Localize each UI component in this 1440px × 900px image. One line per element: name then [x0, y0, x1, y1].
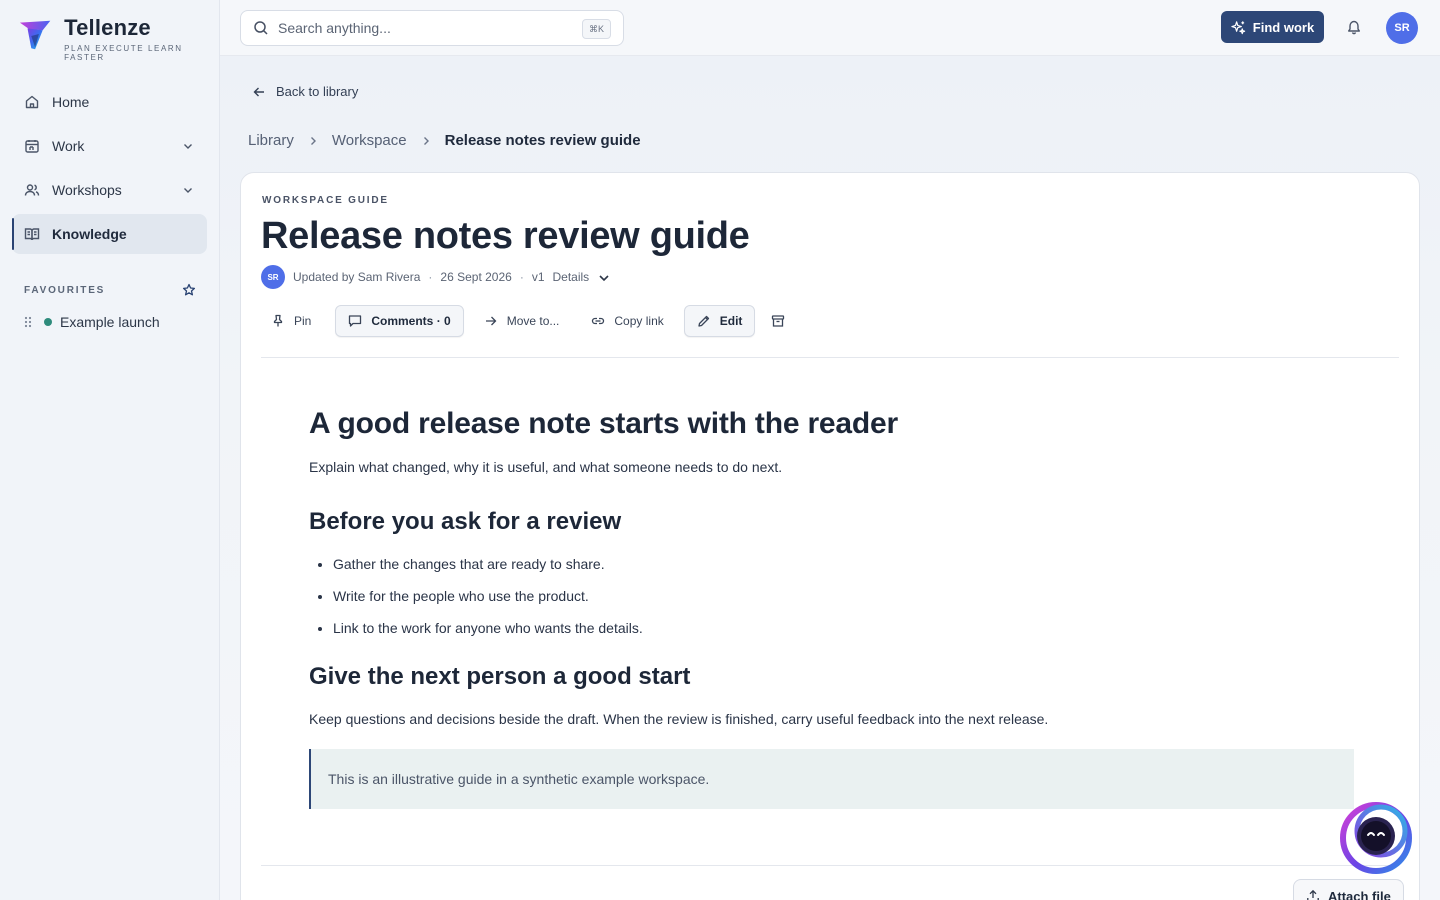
sparkles-icon — [1231, 20, 1245, 34]
article-intro: Explain what changed, why it is useful, … — [309, 459, 783, 475]
details-toggle[interactable]: Details — [553, 269, 612, 285]
tellenze-logo-icon — [19, 20, 51, 50]
upload-icon — [1307, 889, 1319, 900]
divider — [261, 357, 1399, 358]
chevron-down-icon — [599, 275, 609, 282]
search-input[interactable] — [278, 20, 578, 36]
article-heading: A good release note starts with the read… — [309, 407, 898, 440]
copy-link-label: Copy link — [614, 314, 664, 328]
document-meta: SR Updated by Sam Rivera · 26 Sept 2026 … — [261, 265, 611, 289]
favourites-title: FAVOURITES — [24, 284, 106, 296]
list-item: Write for the people who use the product… — [333, 585, 1354, 607]
bell-icon[interactable] — [1346, 19, 1362, 35]
pin-button[interactable]: Pin — [261, 305, 323, 337]
move-to-button[interactable]: Move to... — [472, 305, 572, 337]
pencil-icon — [698, 315, 709, 327]
breadcrumb-current: Release notes review guide — [444, 132, 641, 149]
brand-name: Tellenze — [64, 15, 151, 40]
brand[interactable]: Tellenze PLAN EXECUTE LEARN FASTER — [18, 14, 219, 62]
find-work-label: Find work — [1252, 19, 1315, 35]
move-to-label: Move to... — [506, 314, 560, 328]
document-toolbar: Pin Comments · 0 Move to... Copy link Ed… — [261, 305, 801, 337]
pin-icon — [273, 314, 283, 327]
chevron-right-icon — [310, 136, 316, 145]
brand-tagline: PLAN EXECUTE LEARN FASTER — [64, 44, 183, 62]
sidebar-item-knowledge[interactable]: Knowledge — [12, 214, 207, 254]
book-open-icon — [24, 228, 40, 241]
pin-label: Pin — [294, 314, 312, 328]
callout-text: This is an illustrative guide in a synth… — [328, 771, 710, 787]
comments-button[interactable]: Comments · 0 — [335, 305, 464, 337]
meta-separator: · — [428, 270, 433, 284]
users-icon — [24, 184, 40, 196]
sidebar-item-label: Home — [52, 94, 90, 110]
edit-button[interactable]: Edit — [683, 305, 756, 337]
sidebar: Tellenze PLAN EXECUTE LEARN FASTER Home … — [0, 0, 220, 900]
favourite-item-example-launch[interactable]: Example launch — [24, 314, 160, 330]
favourite-label: Example launch — [60, 314, 160, 330]
callout-note: This is an illustrative guide in a synth… — [309, 749, 1354, 809]
arrow-left-icon — [253, 87, 264, 96]
attach-file-button[interactable]: Attach file — [1293, 879, 1404, 900]
drag-handle-icon[interactable] — [24, 316, 32, 328]
list-item: Link to the work for anyone who wants th… — [333, 617, 1354, 639]
comments-label: Comments · 0 — [371, 314, 451, 328]
section-paragraph: Keep questions and decisions beside the … — [309, 711, 1049, 727]
document-eyebrow: WORKSPACE GUIDE — [262, 195, 389, 206]
breadcrumb: Library Workspace Release notes review g… — [248, 132, 641, 149]
version-label: v1 — [531, 270, 545, 284]
link-icon — [592, 317, 605, 325]
back-label: Back to library — [276, 84, 359, 99]
copy-link-button[interactable]: Copy link — [579, 305, 675, 337]
sidebar-item-label: Workshops — [52, 182, 122, 198]
assistant-bot-icon[interactable] — [1338, 798, 1414, 876]
chevron-right-icon — [423, 136, 429, 145]
chevron-down-icon[interactable] — [181, 139, 195, 153]
document-card: WORKSPACE GUIDE Release notes review gui… — [240, 172, 1420, 900]
sidebar-item-home[interactable]: Home — [12, 82, 207, 122]
user-avatar[interactable]: SR — [1386, 12, 1418, 44]
updated-date: 26 Sept 2026 — [440, 270, 512, 284]
comment-icon — [349, 315, 362, 327]
sidebar-item-label: Work — [52, 138, 85, 154]
sidebar-item-label: Knowledge — [52, 226, 127, 242]
attach-file-label: Attach file — [1328, 888, 1391, 900]
list-item: Gather the changes that are ready to sha… — [333, 553, 1354, 575]
archive-icon — [772, 315, 785, 327]
calendar-icon — [25, 140, 39, 153]
article-body: A good release note starts with the read… — [309, 407, 1354, 809]
star-icon[interactable] — [182, 283, 196, 297]
main-content: Back to library Library Workspace Releas… — [220, 56, 1440, 900]
back-to-library-link[interactable]: Back to library — [252, 84, 358, 99]
breadcrumb-library[interactable]: Library — [248, 132, 294, 149]
search-shortcut-badge: ⌘K — [581, 19, 611, 39]
section-heading: Before you ask for a review — [309, 508, 622, 535]
details-label: Details — [552, 270, 590, 284]
meta-separator: · — [519, 270, 524, 284]
edit-label: Edit — [719, 314, 743, 328]
status-dot — [44, 318, 52, 326]
section-heading: Give the next person a good start — [309, 663, 691, 690]
updated-by: Updated by Sam Rivera — [293, 270, 421, 284]
sidebar-nav: Home Work Workshops Knowledge — [12, 82, 207, 258]
search-box[interactable]: ⌘K — [240, 10, 624, 46]
arrow-right-icon — [485, 316, 497, 326]
home-icon — [25, 95, 39, 109]
find-work-button[interactable]: Find work — [1221, 11, 1324, 43]
favourites-header: FAVOURITES — [24, 283, 196, 297]
sidebar-item-work[interactable]: Work — [12, 126, 207, 166]
top-bar: ⌘K Find work SR — [220, 0, 1440, 56]
archive-button[interactable] — [763, 305, 793, 337]
author-avatar: SR — [261, 265, 285, 289]
checklist: Gather the changes that are ready to sha… — [309, 553, 1354, 639]
search-icon — [254, 21, 268, 35]
sidebar-item-workshops[interactable]: Workshops — [12, 170, 207, 210]
page-title: Release notes review guide — [261, 215, 750, 257]
divider — [261, 865, 1399, 866]
breadcrumb-workspace[interactable]: Workspace — [332, 132, 407, 149]
chevron-down-icon[interactable] — [181, 183, 195, 197]
